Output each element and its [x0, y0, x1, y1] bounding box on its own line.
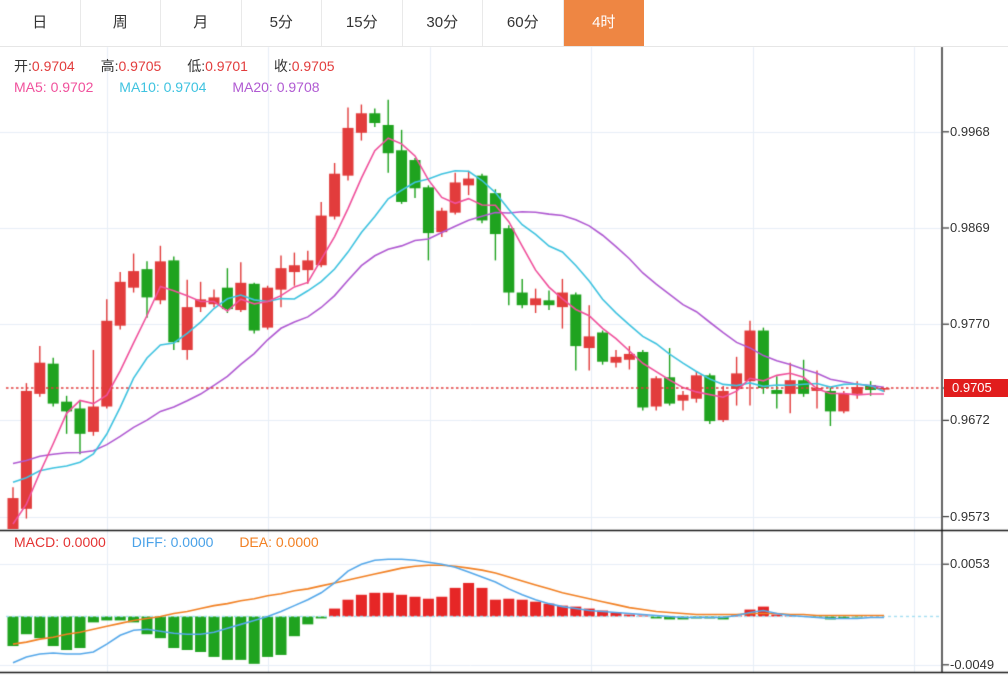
- low-readout: 低:0.9701: [187, 58, 248, 74]
- ma5-readout: MA5: 0.9702: [14, 79, 94, 95]
- interval-tabbar: 日 周 月 5分 15分 30分 60分 4时: [0, 0, 1008, 47]
- diff-readout: DIFF: 0.0000: [131, 534, 214, 550]
- ohlc-legend: 开:0.9704 高:0.9705 低:0.9701 收:0.9705: [14, 56, 357, 76]
- ma10-readout: MA10: 0.9704: [119, 79, 207, 95]
- last-price-tag: 0.9705: [944, 379, 1008, 397]
- tab-month[interactable]: 月: [161, 0, 242, 46]
- y-axis-label: 0.9869: [950, 220, 990, 235]
- tab-30min[interactable]: 30分: [402, 0, 483, 46]
- macd-legend: MACD: 0.0000 DIFF: 0.0000 DEA: 0.0000: [14, 534, 341, 550]
- trading-chart-app: 日 周 月 5分 15分 30分 60分 4时 开:0.9704 高:0.970…: [0, 0, 1008, 679]
- y-axis-label: 0.9770: [950, 316, 990, 331]
- tab-60min[interactable]: 60分: [483, 0, 564, 46]
- open-readout: 开:0.9704: [14, 58, 75, 74]
- y-axis-label: 0.9672: [950, 412, 990, 427]
- tab-day[interactable]: 日: [0, 0, 81, 46]
- tab-5min[interactable]: 5分: [241, 0, 322, 46]
- tab-4hour[interactable]: 4时: [563, 0, 644, 46]
- dea-readout: DEA: 0.0000: [239, 534, 319, 550]
- macd-readout: MACD: 0.0000: [14, 534, 106, 550]
- macd-axis-label: 0.0053: [950, 556, 990, 571]
- ma-legend: MA5: 0.9702 MA10: 0.9704 MA20: 0.9708: [14, 79, 342, 95]
- ma20-readout: MA20: 0.9708: [232, 79, 320, 95]
- candlestick-chart-canvas[interactable]: [0, 0, 1008, 679]
- tab-15min[interactable]: 15分: [322, 0, 403, 46]
- macd-axis-label: -0.0049: [950, 657, 995, 672]
- y-axis-label: 0.9573: [950, 509, 990, 524]
- high-readout: 高:0.9705: [100, 58, 162, 74]
- close-readout: 收:0.9705: [273, 58, 335, 74]
- y-axis-label: 0.9968: [950, 124, 990, 139]
- tab-week[interactable]: 周: [80, 0, 161, 46]
